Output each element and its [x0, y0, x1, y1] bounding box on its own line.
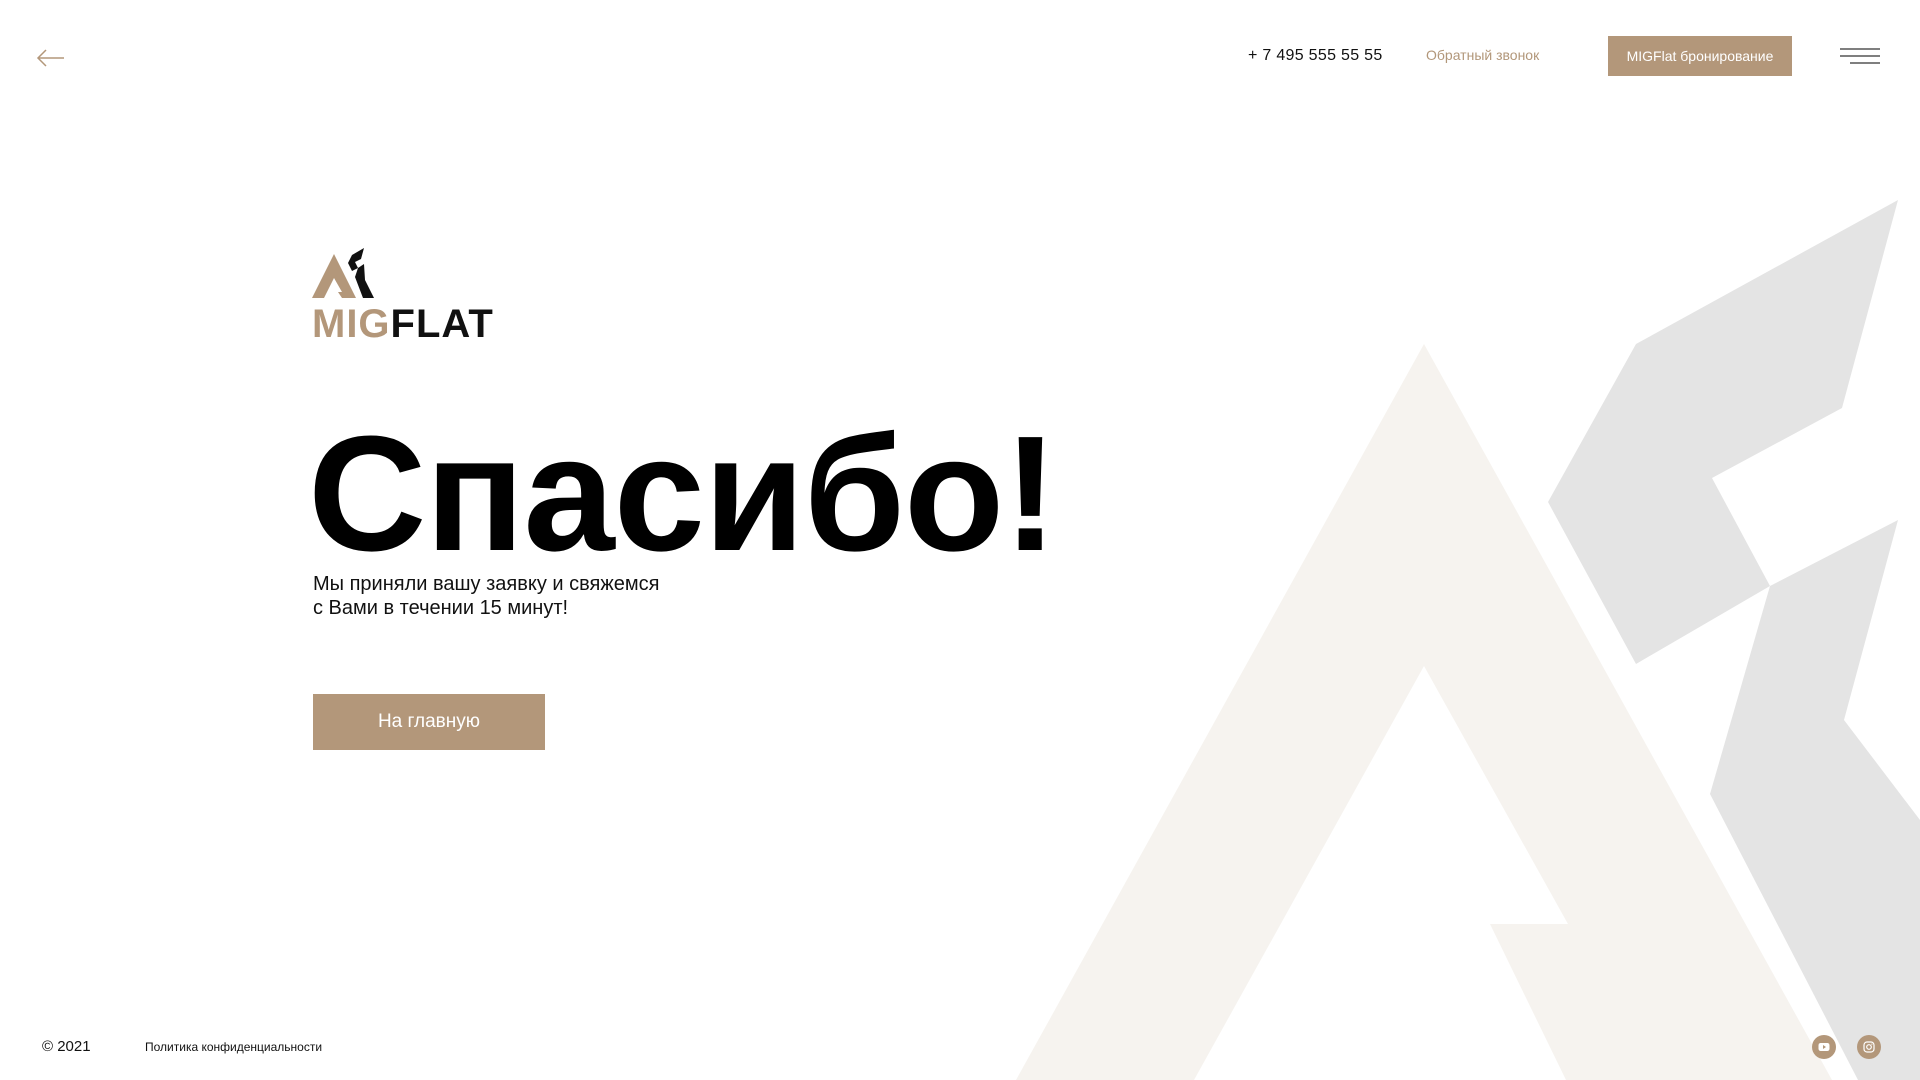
- back-button[interactable]: [36, 46, 66, 70]
- header-phone-link[interactable]: + 7 495 555 55 55: [1248, 47, 1383, 65]
- confirmation-message: Мы приняли вашу заявку и свяжемся с Вами…: [313, 572, 733, 620]
- booking-button[interactable]: MIGFlat бронирование: [1608, 36, 1792, 76]
- youtube-icon: [1818, 1043, 1830, 1051]
- confirmation-message-line2: с Вами в течении 15 минут!: [313, 597, 569, 619]
- hamburger-menu-icon: [1840, 48, 1880, 64]
- home-button[interactable]: На главную: [313, 694, 545, 750]
- youtube-link[interactable]: [1812, 1035, 1836, 1059]
- instagram-icon: [1863, 1041, 1875, 1053]
- logo-mark-icon: [312, 248, 374, 298]
- page-title: Спасибо!: [308, 402, 1058, 585]
- arrow-left-icon: [36, 49, 64, 67]
- logo-wordmark: MIGFLAT: [312, 304, 494, 344]
- instagram-link[interactable]: [1857, 1035, 1881, 1059]
- confirmation-message-line1: Мы приняли вашу заявку и свяжемся: [313, 573, 660, 595]
- menu-button[interactable]: [1838, 46, 1882, 68]
- copyright: © 2021: [42, 1038, 91, 1055]
- migflat-logo: MIGFLAT: [312, 246, 502, 346]
- callback-link[interactable]: Обратный звонок: [1426, 47, 1539, 63]
- privacy-policy-link[interactable]: Политика конфиденциальности: [145, 1040, 322, 1054]
- logo-mig: MIG: [312, 302, 391, 346]
- logo-flat: FLAT: [390, 302, 494, 346]
